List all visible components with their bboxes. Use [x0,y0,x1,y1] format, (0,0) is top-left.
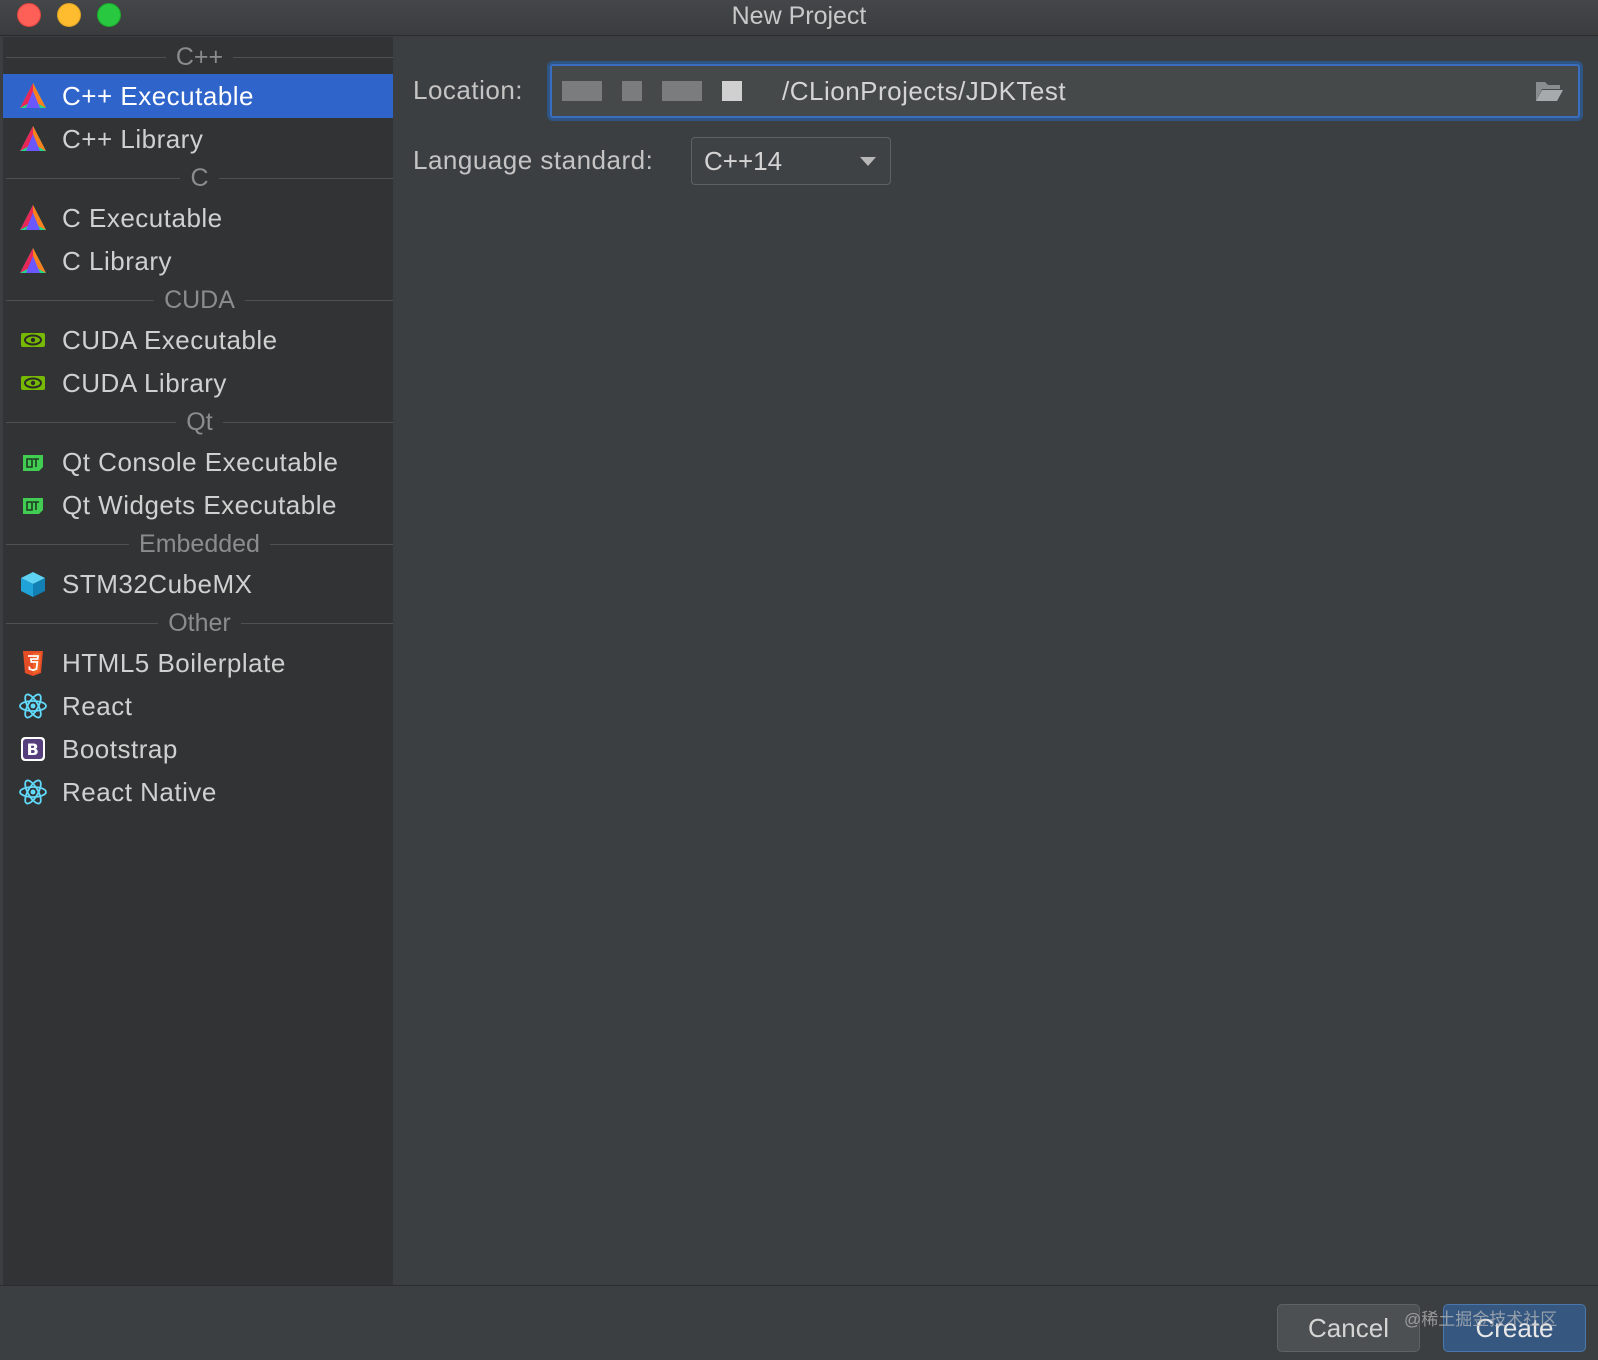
sidebar-item-c-library[interactable]: C Library [3,239,393,283]
clion-icon [18,124,48,154]
sidebar-item-label: CUDA Executable [62,324,278,355]
sidebar-item-cuda-library[interactable]: CUDA Library [3,361,393,405]
sidebar-item-qt-console-executable[interactable]: Qt Console Executable [3,440,393,484]
nvidia-icon [18,325,48,355]
language-standard-label: Language standard: [413,145,654,175]
sidebar-item-cuda-executable[interactable]: CUDA Executable [3,318,393,362]
sidebar-item-label: CUDA Library [62,367,227,398]
sidebar-item-label: Qt Console Executable [62,446,339,477]
sidebar-item-html5-boilerplate[interactable]: HTML5 Boilerplate [3,641,393,685]
sidebar-item-label: C++ Executable [62,80,255,111]
section-header-cuda: CUDA [6,282,393,318]
react-icon [18,691,48,721]
sidebar-item-label: C Library [62,245,172,276]
sidebar-item-label: Qt Widgets Executable [62,489,337,520]
section-header-qt: Qt [6,404,393,440]
sidebar-item-label: C Executable [62,202,223,233]
section-header-c: C [6,160,393,196]
react-icon [18,777,48,807]
cancel-button[interactable]: Cancel [1277,1304,1420,1352]
folder-open-icon[interactable] [1534,78,1564,104]
sidebar-item-react-native[interactable]: React Native [3,770,393,814]
redacted-path-segment [722,81,742,101]
clion-icon [18,203,48,233]
sidebar-item-stm32cubemx[interactable]: STM32CubeMX [3,562,393,606]
html5-icon [18,648,48,678]
bottom-divider [0,1285,1598,1286]
sidebar-item-qt-widgets-executable[interactable]: Qt Widgets Executable [3,483,393,527]
sidebar-item-label: C++ Library [62,123,204,154]
redacted-path-segment [662,81,702,101]
sidebar-item-cpp-executable[interactable]: C++ Executable [3,74,393,118]
qt-icon [18,447,48,477]
clion-icon [18,81,48,111]
sidebar-item-cpp-library[interactable]: C++ Library [3,117,393,161]
location-label: Location: [413,75,524,105]
redacted-path-segment [562,81,602,101]
sidebar-item-label: STM32CubeMX [62,568,253,599]
project-type-sidebar: C++ C++ Executable C++ Library C C Execu [3,37,394,1285]
watermark: @稀土掘金技术社区 [1404,1310,1558,1329]
new-project-window: New Project C++ C++ Executable C++ Libra… [0,0,1598,1360]
sidebar-item-c-executable[interactable]: C Executable [3,196,393,240]
sidebar-item-react[interactable]: React [3,684,393,728]
location-input[interactable]: /CLionProjects/JDKTest [550,64,1580,118]
title-bar: New Project [0,0,1598,36]
redacted-path-segment [622,81,642,101]
bootstrap-icon: B [18,734,48,764]
sidebar-item-label: HTML5 Boilerplate [62,647,286,678]
window-title: New Project [731,2,867,30]
sidebar-item-label: React [62,690,133,721]
clion-icon [18,246,48,276]
svg-text:B: B [27,740,40,759]
sidebar-item-bootstrap[interactable]: B Bootstrap [3,727,393,771]
nvidia-icon [18,368,48,398]
language-standard-select[interactable]: C++14 [691,137,891,185]
sidebar-item-label: Bootstrap [62,733,178,764]
section-header-cpp: C++ [6,39,394,75]
location-value: /CLionProjects/JDKTest [782,75,1067,106]
sidebar-item-label: React Native [62,776,217,807]
chevron-down-icon [860,156,876,166]
section-header-embedded: Embedded [6,526,393,562]
cube-icon [18,569,48,599]
qt-icon [18,490,48,520]
section-header-other: Other [6,605,393,641]
language-standard-value: C++14 [704,145,783,176]
